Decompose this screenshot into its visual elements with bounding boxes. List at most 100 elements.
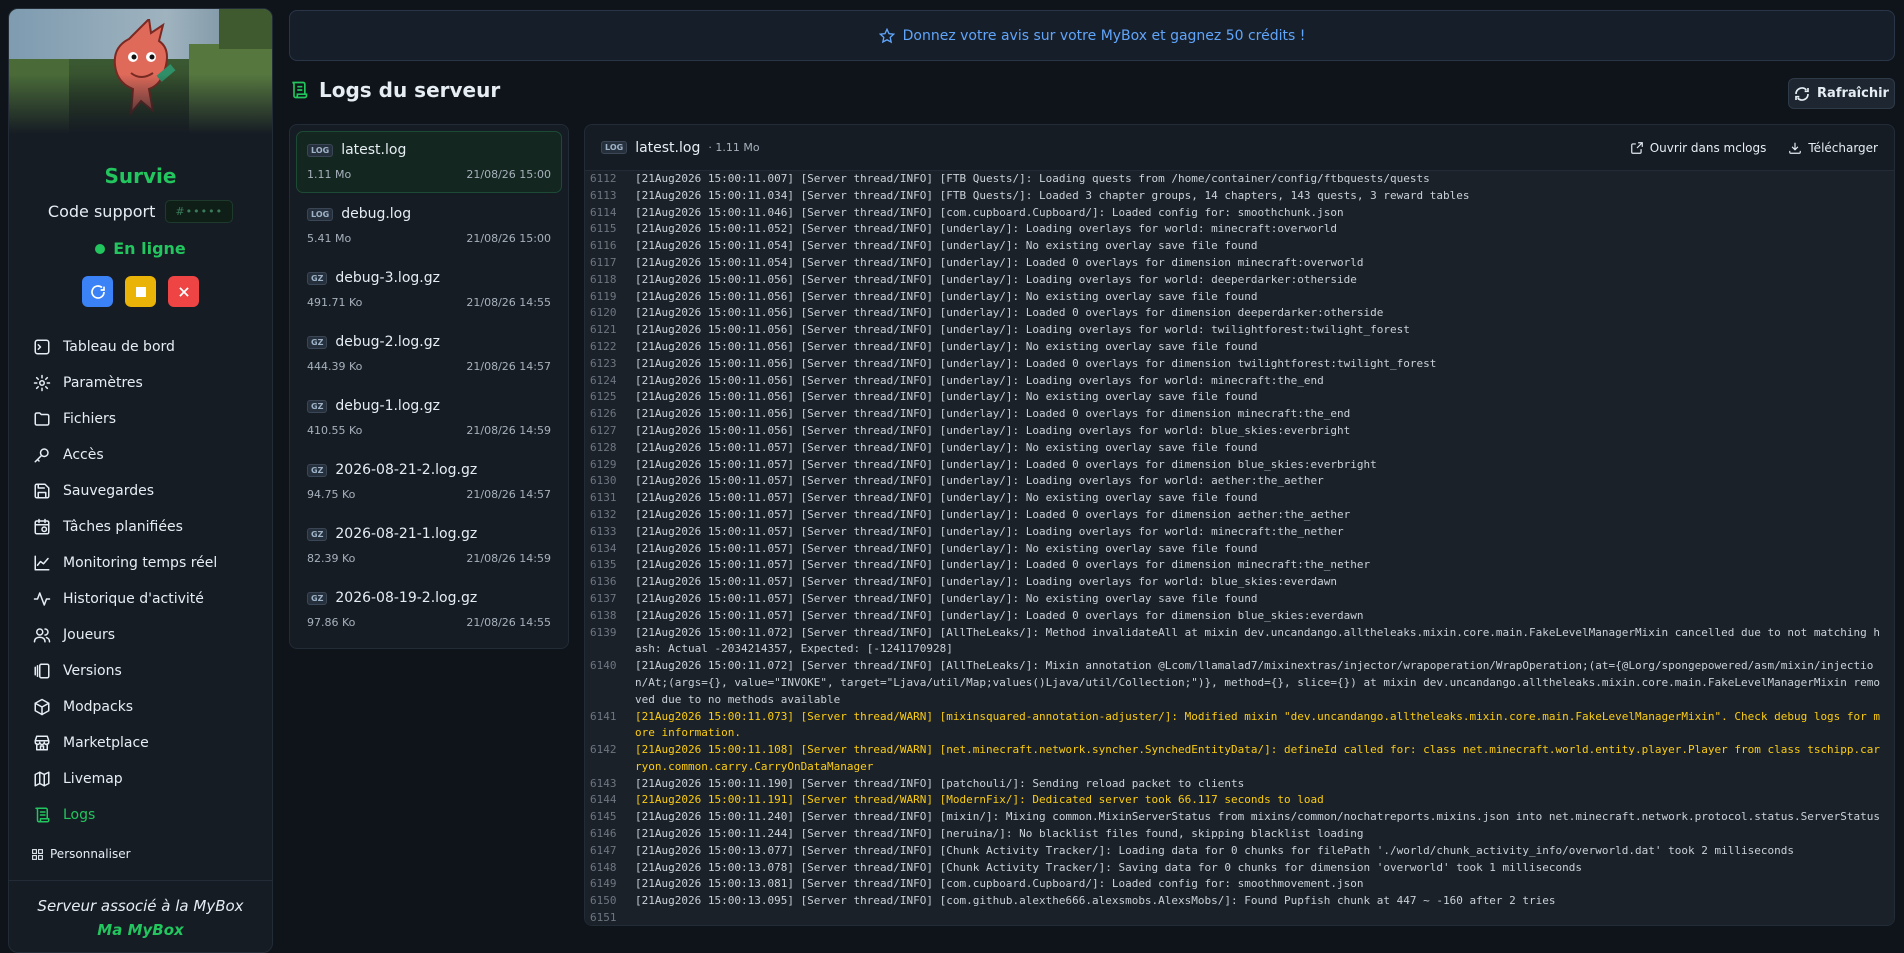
log-line: 6114 [21Aug2026 15:00:11.046] [Server thr… bbox=[585, 205, 1894, 222]
stop-button[interactable] bbox=[125, 276, 156, 307]
open-mclogs-label: Ouvrir dans mclogs bbox=[1649, 140, 1767, 155]
customize-button[interactable]: Personnaliser bbox=[9, 841, 272, 867]
mybox-association-text: Serveur associé à la MyBox bbox=[37, 897, 244, 915]
sidebar-item-access[interactable]: Accès bbox=[9, 437, 272, 473]
file-type-badge: GZ bbox=[307, 527, 328, 541]
power-controls bbox=[9, 276, 272, 307]
log-line-text: [21Aug2026 15:00:11.056] [Server thread/… bbox=[635, 423, 1351, 437]
sidebar-item-backups[interactable]: Sauvegardes bbox=[9, 473, 272, 509]
log-line-number: 6137 bbox=[590, 591, 617, 605]
sidebar-item-label: Logs bbox=[63, 807, 96, 823]
log-viewer-header: LOG latest.log · 1.11 Mo Ouvrir dans mcl… bbox=[585, 125, 1894, 171]
star-icon bbox=[878, 27, 895, 43]
log-line-text: [21Aug2026 15:00:11.057] [Server thread/… bbox=[635, 558, 1371, 572]
log-line-text: [21Aug2026 15:00:11.034] [Server thread/… bbox=[635, 188, 1470, 202]
file-size: 491.71 Ko bbox=[307, 296, 363, 309]
refresh-button[interactable]: Rafraîchir bbox=[1788, 78, 1895, 109]
sidebar-item-players[interactable]: Joueurs bbox=[9, 617, 272, 653]
file-date: 21/08/26 14:57 bbox=[466, 488, 551, 501]
log-line: 6123 [21Aug2026 15:00:11.056] [Server thr… bbox=[585, 356, 1894, 373]
sidebar-item-logs[interactable]: Logs bbox=[9, 797, 272, 833]
file-name: latest.log bbox=[341, 142, 407, 158]
file-item[interactable]: GZ debug-3.log.gz 491.71 Ko 21/08/26 14:55 bbox=[296, 259, 562, 321]
sidebar-item-activity-history[interactable]: Historique d'activité bbox=[9, 581, 272, 617]
sidebar-item-versions[interactable]: Versions bbox=[9, 653, 272, 689]
log-line-text: [21Aug2026 15:00:11.072] [Server thread/… bbox=[635, 659, 1881, 706]
file-item[interactable]: GZ debug-2.log.gz 444.39 Ko 21/08/26 14:57 bbox=[296, 323, 562, 385]
kill-button[interactable] bbox=[168, 276, 199, 307]
log-line-number: 6120 bbox=[590, 306, 617, 320]
my-mybox-link[interactable]: Ma MyBox bbox=[9, 921, 272, 939]
log-line-text: [21Aug2026 15:00:11.073] [Server thread/… bbox=[635, 709, 1881, 740]
log-line-text: [21Aug2026 15:00:11.054] [Server thread/… bbox=[635, 239, 1258, 253]
file-size: 410.55 Ko bbox=[307, 424, 363, 437]
file-item[interactable]: LOG debug.log 5.41 Mo 21/08/26 15:00 bbox=[296, 195, 562, 257]
sidebar-nav: Tableau de bord Paramètres Fichiers Accè… bbox=[9, 329, 272, 833]
sidebar-item-marketplace[interactable]: Marketplace bbox=[9, 725, 272, 761]
restart-button[interactable] bbox=[82, 276, 113, 307]
versions-icon bbox=[34, 663, 50, 679]
sidebar-item-monitoring[interactable]: Monitoring temps réel bbox=[9, 545, 272, 581]
log-line-number: 6128 bbox=[590, 440, 617, 454]
sidebar-item-label: Modpacks bbox=[63, 699, 134, 715]
sidebar-item-label: Tableau de bord bbox=[63, 339, 175, 355]
server-name: Survie bbox=[104, 164, 177, 188]
file-item[interactable]: GZ 2026-08-21-2.log.gz 94.75 Ko 21/08/26 1… bbox=[296, 451, 562, 513]
sidebar-item-modpacks[interactable]: Modpacks bbox=[9, 689, 272, 725]
log-line-number: 6131 bbox=[590, 491, 617, 505]
sidebar-item-scheduled-tasks[interactable]: Tâches planifiées bbox=[9, 509, 272, 545]
file-item[interactable]: GZ 2026-08-21-1.log.gz 82.39 Ko 21/08/26 1… bbox=[296, 515, 562, 577]
scroll-icon bbox=[292, 81, 308, 99]
log-content[interactable]: 6112 [21Aug2026 15:00:11.007] [Server thr… bbox=[585, 171, 1894, 925]
file-type-badge: LOG bbox=[601, 141, 628, 154]
file-item[interactable]: GZ debug-1.log.gz 410.55 Ko 21/08/26 14:59 bbox=[296, 387, 562, 449]
log-line-number: 6126 bbox=[590, 407, 617, 421]
log-line: 6150 [21Aug2026 15:00:13.095] [Server thr… bbox=[585, 893, 1894, 910]
log-line-number: 6132 bbox=[590, 507, 617, 521]
open-mclogs-button[interactable]: Ouvrir dans mclogs bbox=[1630, 140, 1767, 155]
log-line-number: 6122 bbox=[590, 339, 617, 353]
log-line-number: 6138 bbox=[590, 608, 617, 622]
log-line-text: [21Aug2026 15:00:11.007] [Server thread/… bbox=[635, 172, 1430, 185]
log-line-number: 6121 bbox=[590, 323, 617, 337]
sidebar-item-livemap[interactable]: Livemap bbox=[9, 761, 272, 797]
file-size: 444.39 Ko bbox=[307, 360, 363, 373]
sidebar-item-label: Marketplace bbox=[63, 735, 149, 751]
log-line-text: [21Aug2026 15:00:13.081] [Server thread/… bbox=[635, 877, 1364, 891]
users-icon bbox=[33, 628, 51, 643]
log-line-text: [21Aug2026 15:00:11.056] [Server thread/… bbox=[635, 339, 1258, 353]
log-line-text: [21Aug2026 15:00:11.057] [Server thread/… bbox=[635, 591, 1258, 605]
sidebar-item-files[interactable]: Fichiers bbox=[9, 401, 272, 437]
support-code-value[interactable]: #••••• bbox=[165, 200, 234, 223]
feedback-banner[interactable]: Donnez votre avis sur votre MyBox et gag… bbox=[289, 10, 1895, 61]
log-line: 6128 [21Aug2026 15:00:11.057] [Server thr… bbox=[585, 440, 1894, 457]
file-item[interactable]: GZ 2026-08-19-2.log.gz 97.86 Ko 21/08/26 1… bbox=[296, 579, 562, 641]
log-line-number: 6141 bbox=[590, 709, 617, 723]
log-line-text: [21Aug2026 15:00:11.190] [Server thread/… bbox=[635, 776, 1245, 790]
log-line: 6135 [21Aug2026 15:00:11.057] [Server thr… bbox=[585, 557, 1894, 574]
refresh-icon bbox=[1795, 86, 1809, 101]
log-line: 6129 [21Aug2026 15:00:11.057] [Server thr… bbox=[585, 457, 1894, 474]
sidebar-item-settings[interactable]: Paramètres bbox=[9, 365, 272, 401]
sidebar-item-dashboard[interactable]: Tableau de bord bbox=[9, 329, 272, 365]
log-line-number: 6148 bbox=[590, 860, 617, 874]
log-line-warn: 6144 [21Aug2026 15:00:11.191] [Server thr… bbox=[585, 792, 1894, 809]
download-button[interactable]: Télécharger bbox=[1788, 141, 1878, 155]
log-line-text: [21Aug2026 15:00:13.077] [Server thread/… bbox=[635, 843, 1794, 857]
file-item[interactable]: LOG latest.log 1.11 Mo 21/08/26 15:00 bbox=[296, 131, 562, 193]
page-title: Logs du serveur bbox=[289, 78, 500, 102]
log-line: 6122 [21Aug2026 15:00:11.056] [Server thr… bbox=[585, 339, 1894, 356]
sidebar-item-label: Accès bbox=[63, 447, 104, 463]
log-file-list: LOG latest.log 1.11 Mo 21/08/26 15:00 LOG d… bbox=[289, 124, 569, 649]
support-code-label: Code support bbox=[47, 202, 156, 221]
log-line-text: [21Aug2026 15:00:13.095] [Server thread/… bbox=[635, 894, 1556, 908]
log-line-number: 6150 bbox=[590, 894, 617, 908]
file-type-badge: LOG bbox=[307, 143, 334, 157]
log-line-number: 6113 bbox=[590, 188, 617, 202]
log-line: 6117 [21Aug2026 15:00:11.054] [Server thr… bbox=[585, 255, 1894, 272]
log-line-number: 6125 bbox=[590, 390, 617, 404]
terminal-icon bbox=[34, 339, 50, 355]
log-line-number: 6145 bbox=[590, 810, 617, 824]
file-name: debug-3.log.gz bbox=[335, 270, 440, 286]
folder-icon bbox=[34, 412, 50, 426]
